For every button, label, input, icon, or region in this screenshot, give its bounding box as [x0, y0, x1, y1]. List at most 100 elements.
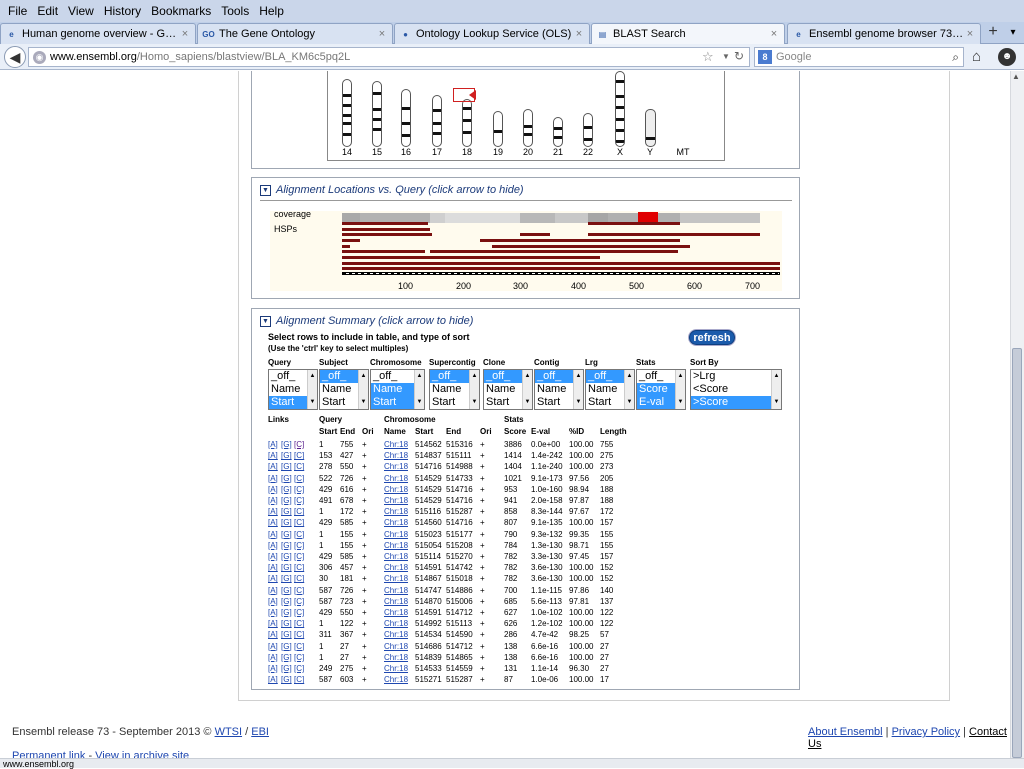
select-scrollbar[interactable]: ▲ ▼ [771, 370, 781, 409]
tab-0[interactable]: e Human genome overview - Genome...× [0, 23, 196, 44]
select-option[interactable]: Score [637, 383, 675, 396]
row-link-g[interactable]: [G] [281, 674, 292, 685]
row-link-c[interactable]: [C] [294, 495, 304, 506]
row-link-c[interactable]: [C] [294, 450, 304, 461]
row-link-c[interactable]: [C] [294, 585, 304, 596]
row-link-a[interactable]: [A] [268, 629, 278, 640]
tab-3[interactable]: ▤ BLAST Search × [591, 23, 785, 44]
row-link-a[interactable]: [A] [268, 461, 278, 472]
select-lrg[interactable]: _off_ Name Start ▲ ▼ [585, 369, 635, 410]
row-link-a[interactable]: [A] [268, 517, 278, 528]
close-icon[interactable]: × [573, 28, 585, 40]
chromosome-link[interactable]: Chr:18 [384, 461, 408, 472]
select-scrollbar[interactable]: ▲ ▼ [624, 370, 634, 409]
row-link-a[interactable]: [A] [268, 473, 278, 484]
chromosome-link[interactable]: Chr:18 [384, 495, 408, 506]
select-option[interactable]: _off_ [430, 370, 469, 383]
privacy-link[interactable]: Privacy Policy [892, 726, 960, 738]
row-link-c[interactable]: [C] [294, 461, 304, 472]
select-scrollbar[interactable]: ▲ ▼ [307, 370, 317, 409]
chromosome-link[interactable]: Chr:18 [384, 540, 408, 551]
scroll-down-icon[interactable]: ▼ [625, 396, 634, 409]
chromosome-20[interactable] [523, 109, 533, 147]
select-option[interactable]: _off_ [637, 370, 675, 383]
row-link-a[interactable]: [A] [268, 495, 278, 506]
chromosome-link[interactable]: Chr:18 [384, 607, 408, 618]
row-link-c[interactable]: [C] [294, 663, 304, 674]
row-link-a[interactable]: [A] [268, 641, 278, 652]
scroll-up-icon[interactable]: ▲ [359, 370, 368, 383]
row-link-g[interactable]: [G] [281, 663, 292, 674]
close-icon[interactable]: × [964, 28, 976, 40]
select-option[interactable]: Start [269, 396, 307, 409]
close-icon[interactable]: × [179, 28, 191, 40]
row-link-g[interactable]: [G] [281, 473, 292, 484]
select-contig[interactable]: _off_ Name Start ▲ ▼ [534, 369, 584, 410]
scroll-up-icon[interactable]: ▲ [1012, 72, 1020, 81]
chromosome-Y[interactable] [645, 109, 656, 147]
home-icon[interactable]: ⌂ [972, 48, 981, 65]
select-option[interactable]: _off_ [484, 370, 522, 383]
karyotype-image[interactable]: 14 15 16 17 18 19 20 21 22 X Y MT [327, 71, 725, 161]
tab-4[interactable]: e Ensembl genome browser 73: Homo...× [787, 23, 981, 44]
chromosome-link[interactable]: Chr:18 [384, 529, 408, 540]
select-subject[interactable]: _off_ Name Start ▲ ▼ [319, 369, 369, 410]
row-link-g[interactable]: [G] [281, 484, 292, 495]
row-link-g[interactable]: [G] [281, 551, 292, 562]
row-link-a[interactable]: [A] [268, 562, 278, 573]
chromosome-link[interactable]: Chr:18 [384, 450, 408, 461]
row-link-g[interactable]: [G] [281, 439, 292, 450]
scroll-down-icon[interactable]: ▼ [523, 396, 532, 409]
select-option[interactable]: _off_ [535, 370, 573, 383]
select-option[interactable]: Name [371, 383, 414, 396]
row-link-c[interactable]: [C] [294, 596, 304, 607]
select-option[interactable]: _off_ [371, 370, 414, 383]
row-link-a[interactable]: [A] [268, 674, 278, 685]
scroll-down-icon[interactable]: ▼ [772, 396, 781, 409]
chromosome-19[interactable] [493, 111, 503, 147]
row-link-c[interactable]: [C] [294, 517, 304, 528]
row-link-a[interactable]: [A] [268, 607, 278, 618]
refresh-button[interactable]: refresh [689, 330, 735, 345]
row-link-g[interactable]: [G] [281, 562, 292, 573]
select-option[interactable]: Start [430, 396, 469, 409]
hsp-bar[interactable] [520, 233, 550, 236]
select-query[interactable]: _off_ Name Start ▲ ▼ [268, 369, 318, 410]
row-link-a[interactable]: [A] [268, 529, 278, 540]
row-link-c[interactable]: [C] [294, 674, 304, 685]
row-link-g[interactable]: [G] [281, 529, 292, 540]
chromosome-18[interactable] [462, 99, 472, 147]
row-link-g[interactable]: [G] [281, 506, 292, 517]
scroll-up-icon[interactable]: ▲ [574, 370, 583, 383]
select-scrollbar[interactable]: ▲ ▼ [573, 370, 583, 409]
chromosome-link[interactable]: Chr:18 [384, 573, 408, 584]
row-link-c[interactable]: [C] [294, 641, 304, 652]
scroll-up-icon[interactable]: ▲ [470, 370, 479, 383]
row-link-c[interactable]: [C] [294, 562, 304, 573]
select-scrollbar[interactable]: ▲ ▼ [469, 370, 479, 409]
chromosome-link[interactable]: Chr:18 [384, 439, 408, 450]
select-option[interactable]: Start [535, 396, 573, 409]
row-link-a[interactable]: [A] [268, 506, 278, 517]
select-scrollbar[interactable]: ▲ ▼ [358, 370, 368, 409]
close-icon[interactable]: × [376, 28, 388, 40]
row-link-c[interactable]: [C] [294, 652, 304, 663]
select-stats[interactable]: _off_ Score E-val ▲ ▼ [636, 369, 686, 410]
chromosome-link[interactable]: Chr:18 [384, 618, 408, 629]
new-tab-button[interactable]: + [984, 24, 1002, 42]
select-sort-by[interactable]: >Lrg <Score >Score ▲ ▼ [690, 369, 782, 410]
scroll-up-icon[interactable]: ▲ [523, 370, 532, 383]
archive-link[interactable]: View in archive site [95, 750, 189, 758]
select-option[interactable]: Name [535, 383, 573, 396]
bookmark-star-icon[interactable]: ☆ [702, 49, 714, 65]
addon-icon[interactable]: ☻ [998, 48, 1016, 66]
row-link-a[interactable]: [A] [268, 618, 278, 629]
alignment-plot[interactable]: coverage HSPs 100 200 300 400 500 600 700 [270, 209, 782, 291]
select-scrollbar[interactable]: ▲ ▼ [675, 370, 685, 409]
chromosome-link[interactable]: Chr:18 [384, 506, 408, 517]
search-input[interactable]: 8 Google ⌕ [754, 47, 964, 67]
row-link-a[interactable]: [A] [268, 585, 278, 596]
menu-bookmarks[interactable]: Bookmarks [147, 4, 215, 18]
hsp-bar[interactable] [342, 256, 600, 259]
close-icon[interactable]: × [768, 28, 780, 40]
